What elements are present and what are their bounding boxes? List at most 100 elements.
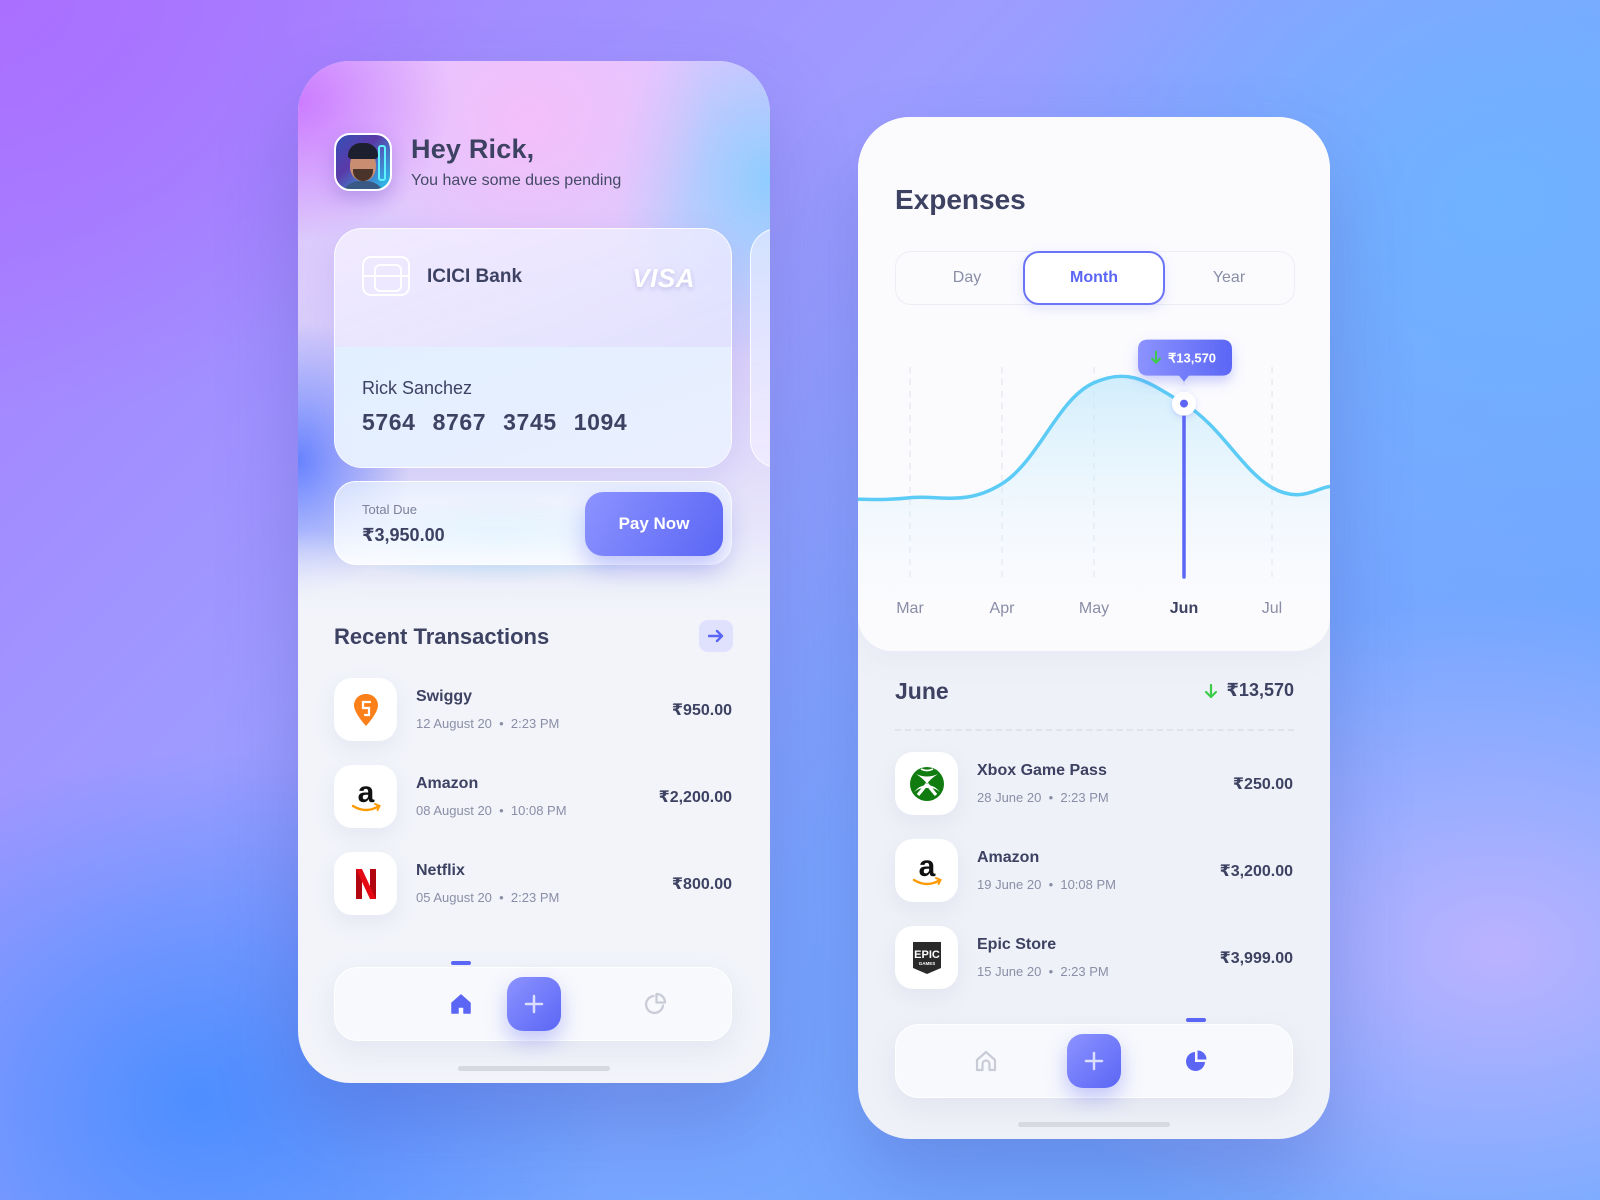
nav-stats[interactable] <box>1166 1018 1226 1097</box>
card-number-group: 1094 <box>573 409 628 435</box>
greeting-title: Hey Rick, <box>411 134 535 164</box>
home-screen: Hey Rick, You have some dues pending ICI… <box>298 61 770 1083</box>
transaction-amount: ₹2,200.00 <box>658 789 732 806</box>
arrow-down-icon <box>1205 683 1218 698</box>
home-indicator <box>1018 1122 1170 1127</box>
transaction-amount: ₹950.00 <box>671 702 732 719</box>
chart-area-fill <box>858 376 1330 607</box>
next-card-peek[interactable] <box>750 228 770 468</box>
greeting: Hey Rick, You have some dues pending <box>334 133 621 191</box>
home-icon <box>451 994 471 1014</box>
nav-stats[interactable] <box>625 968 685 1040</box>
period-segmented-control: Day Month Year <box>895 251 1295 305</box>
pie-chart-icon <box>1186 1050 1207 1071</box>
data-point-dot <box>1180 399 1188 408</box>
add-button[interactable] <box>1067 1034 1121 1088</box>
selected-month-title: June <box>895 678 949 704</box>
card-number-group: 3745 <box>503 409 557 435</box>
active-tab-indicator <box>1186 1018 1206 1022</box>
avatar-body <box>340 181 386 189</box>
bottom-nav <box>334 961 732 1041</box>
total-due-label: Total Due <box>362 502 417 517</box>
expenses-line-chart[interactable]: ₹13,570 Mar Apr May Jun Jul <box>858 327 1330 651</box>
svg-text:a: a <box>918 853 935 883</box>
transaction-datetime: 28 June 20 • 2:23 PM <box>977 790 1109 805</box>
transaction-name: Netflix <box>416 862 465 879</box>
avatar-neon <box>378 145 386 181</box>
x-tick-label[interactable]: Jul <box>1262 600 1282 617</box>
epic-games-logo: EPIC GAMES <box>895 926 958 989</box>
bottom-nav <box>895 1018 1293 1098</box>
card-bottom-panel <box>335 347 731 467</box>
greeting-subtitle: You have some dues pending <box>411 172 622 189</box>
active-tab-indicator <box>451 961 471 965</box>
recent-transactions-list: Swiggy 12 August 20 • 2:23 PM ₹950.00 a … <box>334 678 732 939</box>
pie-chart-icon <box>644 992 667 1015</box>
avatar-hat <box>348 143 378 159</box>
svg-text:EPIC: EPIC <box>914 949 940 961</box>
x-tick-label[interactable]: Apr <box>990 600 1016 617</box>
chart-panel: Expenses Day Month Year ₹13,570 Mar Apr … <box>858 117 1330 651</box>
amazon-logo: a <box>895 839 958 902</box>
total-due-panel: Total Due ₹3,950.00 Pay Now <box>334 481 732 565</box>
svg-text:GAMES: GAMES <box>918 961 935 966</box>
transaction-row[interactable]: a Amazon 19 June 20 • 10:08 PM ₹3,200.00 <box>895 839 1293 926</box>
transaction-name: Amazon <box>416 775 479 792</box>
swiggy-logo <box>334 678 397 741</box>
nav-home[interactable] <box>431 961 491 1040</box>
expenses-screen: Expenses Day Month Year ₹13,570 Mar Apr … <box>858 117 1330 1139</box>
page-title: Expenses <box>895 184 1026 215</box>
visa-logo: VISA <box>632 263 695 293</box>
transaction-datetime: 12 August 20 • 2:23 PM <box>416 716 560 731</box>
card-holder-name: Rick Sanchez <box>362 378 473 398</box>
transaction-row[interactable]: a Amazon 08 August 20 • 10:08 PM ₹2,200.… <box>334 765 732 852</box>
transaction-name: Swiggy <box>416 688 473 705</box>
avatar[interactable] <box>334 133 392 191</box>
credit-card[interactable]: ICICI Bank VISA Rick Sanchez 5764 8767 3… <box>334 228 732 468</box>
see-all-button[interactable] <box>699 620 733 652</box>
transaction-name: Epic Store <box>977 936 1057 953</box>
transaction-datetime: 08 August 20 • 10:08 PM <box>416 803 567 818</box>
card-number: 5764 8767 3745 1094 <box>362 409 627 436</box>
transaction-name: Xbox Game Pass <box>977 762 1107 779</box>
x-tick-label[interactable]: Jun <box>1170 600 1198 617</box>
total-due-amount: ₹3,950.00 <box>362 525 445 545</box>
transaction-datetime: 05 August 20 • 2:23 PM <box>416 890 560 905</box>
transaction-datetime: 15 June 20 • 2:23 PM <box>977 964 1109 979</box>
divider <box>895 729 1294 731</box>
transaction-amount: ₹800.00 <box>671 876 732 893</box>
transaction-amount: ₹3,999.00 <box>1219 950 1293 967</box>
nav-home[interactable] <box>956 1025 1016 1097</box>
transaction-row[interactable]: Netflix 05 August 20 • 2:23 PM ₹800.00 <box>334 852 732 939</box>
monthly-transactions-list: Xbox Game Pass 28 June 20 • 2:23 PM ₹250… <box>895 752 1293 1013</box>
plus-icon <box>524 994 544 1014</box>
transaction-row[interactable]: Swiggy 12 August 20 • 2:23 PM ₹950.00 <box>334 678 732 765</box>
transaction-row[interactable]: EPIC GAMES Epic Store 15 June 20 • 2:23 … <box>895 926 1293 1013</box>
transaction-amount: ₹3,200.00 <box>1219 863 1293 880</box>
tab-day[interactable]: Day <box>896 251 1038 305</box>
card-chip-icon <box>362 256 410 296</box>
recent-transactions-title: Recent Transactions <box>334 624 550 649</box>
tooltip-value: ₹13,570 <box>1168 351 1216 366</box>
x-tick-label[interactable]: May <box>1079 600 1109 617</box>
amazon-logo: a <box>334 765 397 828</box>
plus-icon <box>1084 1051 1104 1071</box>
svg-text:a: a <box>357 779 374 809</box>
arrow-right-icon <box>708 629 724 643</box>
home-icon <box>975 1050 997 1072</box>
tab-month[interactable]: Month <box>1023 251 1165 305</box>
pay-now-button[interactable]: Pay Now <box>585 492 723 556</box>
transaction-datetime: 19 June 20 • 10:08 PM <box>977 877 1116 892</box>
x-tick-label[interactable]: Mar <box>896 600 924 617</box>
home-indicator <box>458 1066 610 1071</box>
tab-year[interactable]: Year <box>1158 251 1300 305</box>
card-number-group: 5764 <box>362 409 416 435</box>
transaction-row[interactable]: Xbox Game Pass 28 June 20 • 2:23 PM ₹250… <box>895 752 1293 839</box>
card-number-group: 8767 <box>432 409 487 435</box>
netflix-logo <box>334 852 397 915</box>
month-total-value: ₹13,570 <box>1226 680 1294 700</box>
add-button[interactable] <box>507 977 561 1031</box>
selected-month-total: ₹13,570 <box>1204 680 1294 701</box>
transaction-name: Amazon <box>977 849 1040 866</box>
transaction-amount: ₹250.00 <box>1232 776 1293 793</box>
